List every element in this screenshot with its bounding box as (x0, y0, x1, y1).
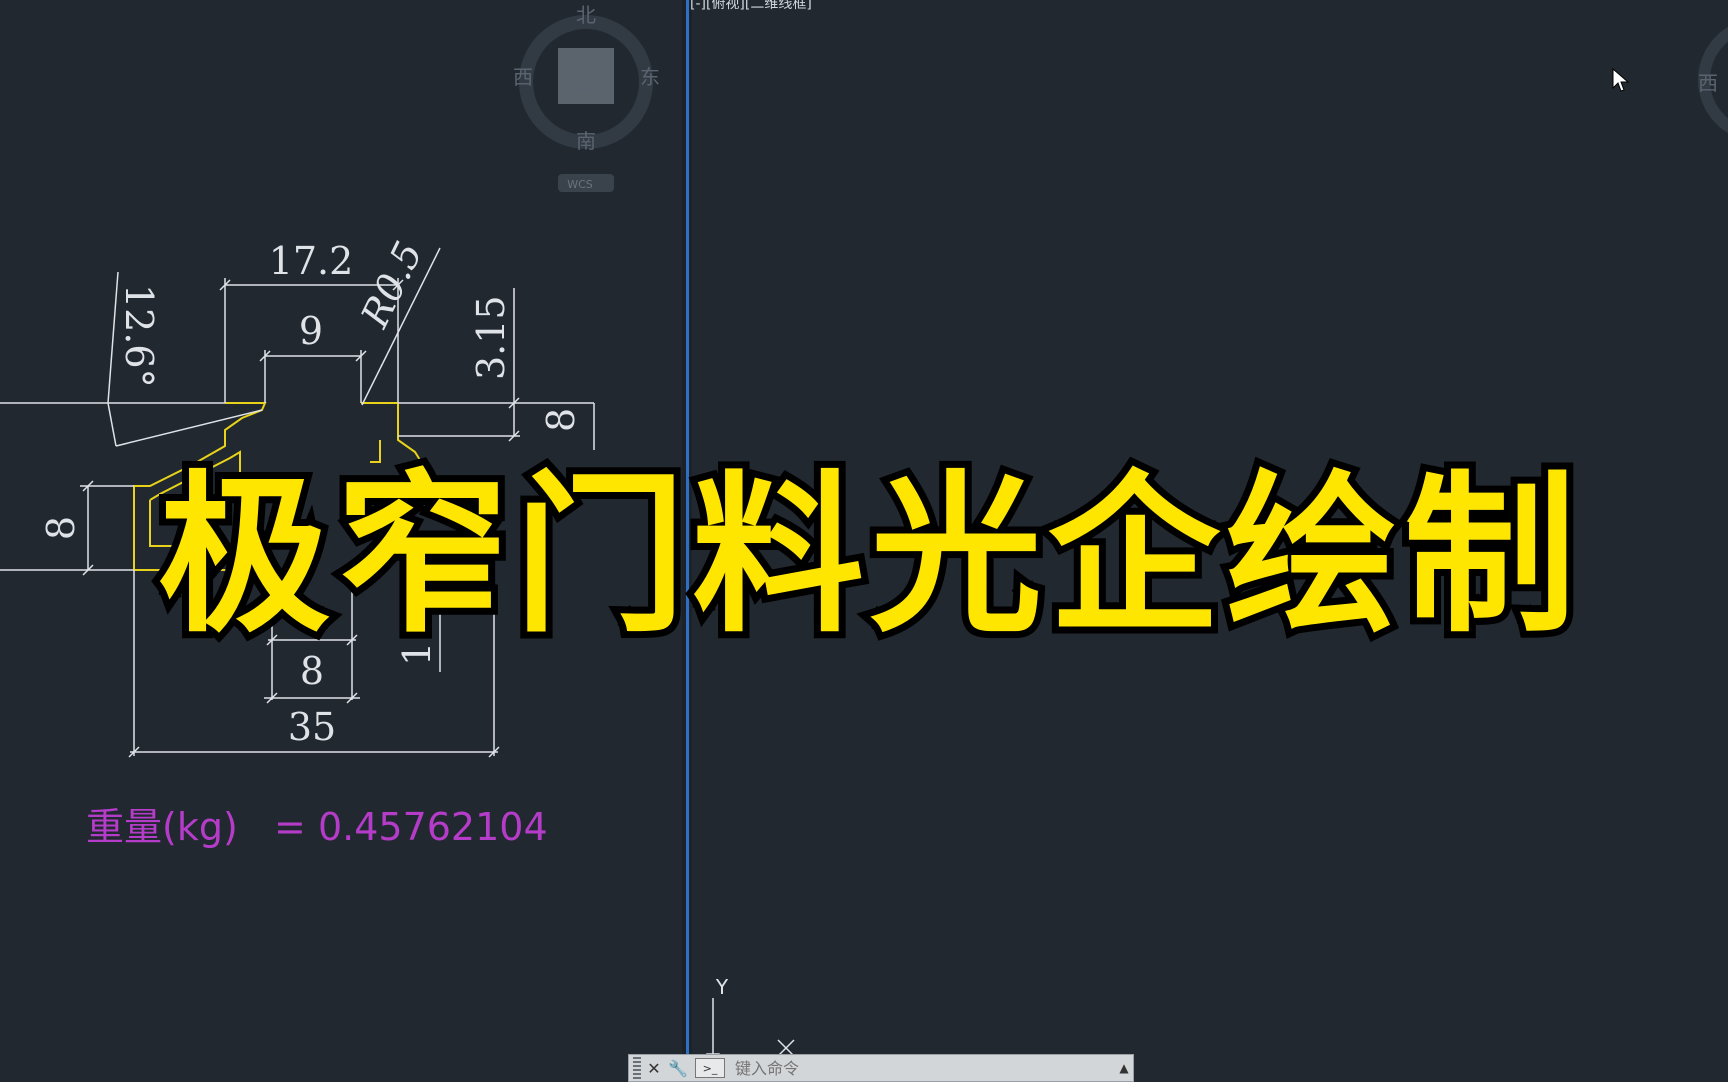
weight-equals: = (274, 805, 306, 849)
weight-value: 0.45762104 (317, 805, 548, 849)
viewcube-right[interactable]: 西 (1698, 24, 1728, 136)
compass-south[interactable]: 南 (576, 129, 596, 153)
viewcube-left[interactable]: 上 北 南 东 西 WCS (513, 3, 660, 192)
close-icon[interactable]: ✕ (643, 1057, 665, 1079)
command-line-grip-icon[interactable] (633, 1057, 641, 1079)
weight-label: 重量(kg) (86, 805, 238, 849)
weight-readout: 重量(kg) = 0.45762104 (86, 796, 548, 851)
dim-height-right: 3.15 (469, 295, 513, 380)
viewcube-face-label: 上 (576, 69, 596, 93)
video-title-overlay: 极窄门料光企绘制 (151, 440, 1583, 663)
dim-side-left: 8 (39, 516, 83, 540)
command-input[interactable] (733, 1056, 1115, 1080)
compass-north[interactable]: 北 (576, 3, 596, 27)
mouse-cursor-icon (1612, 68, 1630, 92)
ucs-y-label: Y (715, 975, 729, 999)
dim-slot-width: 9 (299, 309, 323, 353)
dim-width-top: 17.2 (269, 239, 354, 283)
dim-bottom-width: 35 (288, 705, 336, 749)
ucs-icon: Y (706, 975, 795, 1067)
overlay-title-text: 极窄门料光企绘制 (151, 448, 1583, 663)
command-line[interactable]: ✕ 🔧 >_ ▲ (628, 1054, 1134, 1082)
dim-angle: 12.6° (117, 284, 161, 388)
command-prompt-icon[interactable]: >_ (695, 1058, 725, 1078)
wrench-icon[interactable]: 🔧 (667, 1057, 689, 1079)
compass-west[interactable]: 西 (513, 65, 533, 89)
wcs-label: WCS (567, 178, 593, 191)
chevron-up-icon[interactable]: ▲ (1115, 1057, 1133, 1079)
compass-east[interactable]: 东 (640, 65, 660, 89)
compass-west-right[interactable]: 西 (1698, 71, 1718, 95)
